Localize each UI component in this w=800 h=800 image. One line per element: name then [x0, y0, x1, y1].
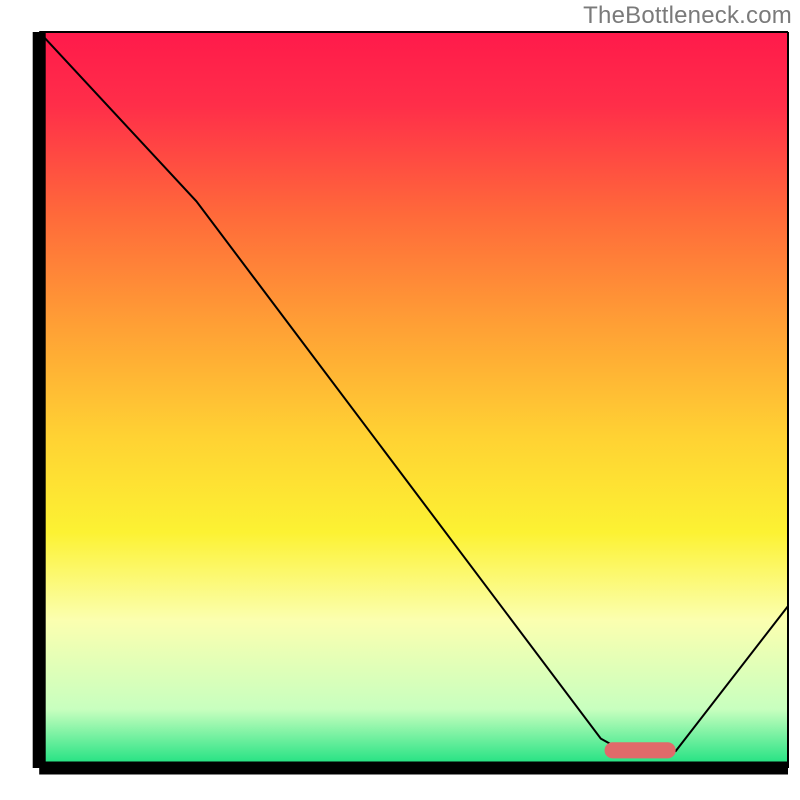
gradient-background: [39, 32, 788, 768]
chart-stage: TheBottleneck.com: [0, 0, 800, 800]
watermark-text: TheBottleneck.com: [583, 2, 792, 30]
chart-svg: [0, 0, 800, 800]
optimum-marker: [605, 742, 676, 758]
